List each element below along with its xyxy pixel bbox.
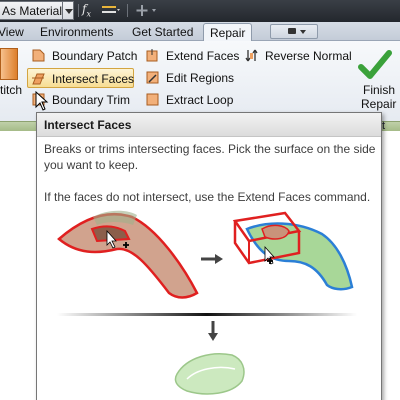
boundary-trim-label: Boundary Trim [52,93,131,107]
tooltip-note: If the faces do not intersect, use the E… [44,190,371,204]
quick-access-toolbar: As Material fx [0,0,400,22]
intersect-faces-button[interactable]: Intersect Faces [27,68,134,88]
extract-loop-icon [146,93,159,106]
extract-loop-label: Extract Loop [166,93,234,107]
intersect-faces-label: Intersect Faces [52,72,135,86]
camera-icon [288,28,296,34]
ribbon-tab-bar: View Environments Get Started Repair [0,22,400,41]
extend-faces-label: Extend Faces [166,49,240,63]
boundary-patch-button[interactable]: Boundary Patch [31,46,141,66]
chevron-down-icon [300,30,306,34]
intersect-faces-icon [32,73,45,85]
material-combo[interactable]: As Material [0,1,70,20]
extend-faces-button[interactable]: Extend Faces [145,46,245,66]
checkmark-icon[interactable] [358,49,392,83]
tooltip-header: Intersect Faces [37,113,381,137]
mouse-pointer-icon [35,91,49,111]
tooltip-description-line-1: Breaks or trims intersecting faces. Pick… [44,142,376,156]
material-combo-value: As Material [2,4,63,18]
reverse-normal-label: Reverse Normal [265,49,352,63]
tooltip-illustration [57,210,357,395]
finish-repair-label-1[interactable]: Finish [363,83,395,97]
reverse-normal-button[interactable]: Reverse Normal [244,46,356,66]
edit-regions-icon [146,71,159,84]
ribbon-display-toggle[interactable] [270,24,318,39]
tab-environments[interactable]: Environments [40,23,113,41]
tooltip-description-line-2: you want to keep. [44,158,139,172]
finish-repair-label-2[interactable]: Repair [361,97,396,111]
after-surface-illustration [232,211,354,291]
tooltip-title: Intersect Faces [44,118,132,132]
edit-regions-button[interactable]: Edit Regions [145,68,245,88]
material-dropdown-arrow[interactable] [62,1,74,20]
boundary-patch-icon [32,49,45,62]
extract-loop-button[interactable]: Extract Loop [145,90,245,110]
tab-get-started[interactable]: Get Started [132,23,193,41]
edit-regions-label: Edit Regions [166,71,235,85]
stitch-button-label[interactable]: titch [0,83,22,97]
reverse-normal-icon [245,49,258,62]
intersect-faces-tooltip: Intersect Faces Breaks or trims intersec… [36,112,382,400]
toolbar-separator [127,4,128,17]
tab-repair[interactable]: Repair [203,23,253,41]
tab-view[interactable]: View [0,23,24,41]
line-weight-icon[interactable] [100,2,122,19]
add-icon[interactable] [134,2,160,19]
result-surface-illustration [174,353,245,395]
extend-faces-icon [146,49,158,62]
stitch-icon[interactable] [0,48,18,80]
fx-icon[interactable]: fx [82,2,91,19]
toolbar-separator [78,4,79,17]
boundary-patch-label: Boundary Patch [52,49,138,63]
app-window: As Material fx View Environments Get Sta… [0,0,400,400]
before-surface-illustration [57,210,199,299]
